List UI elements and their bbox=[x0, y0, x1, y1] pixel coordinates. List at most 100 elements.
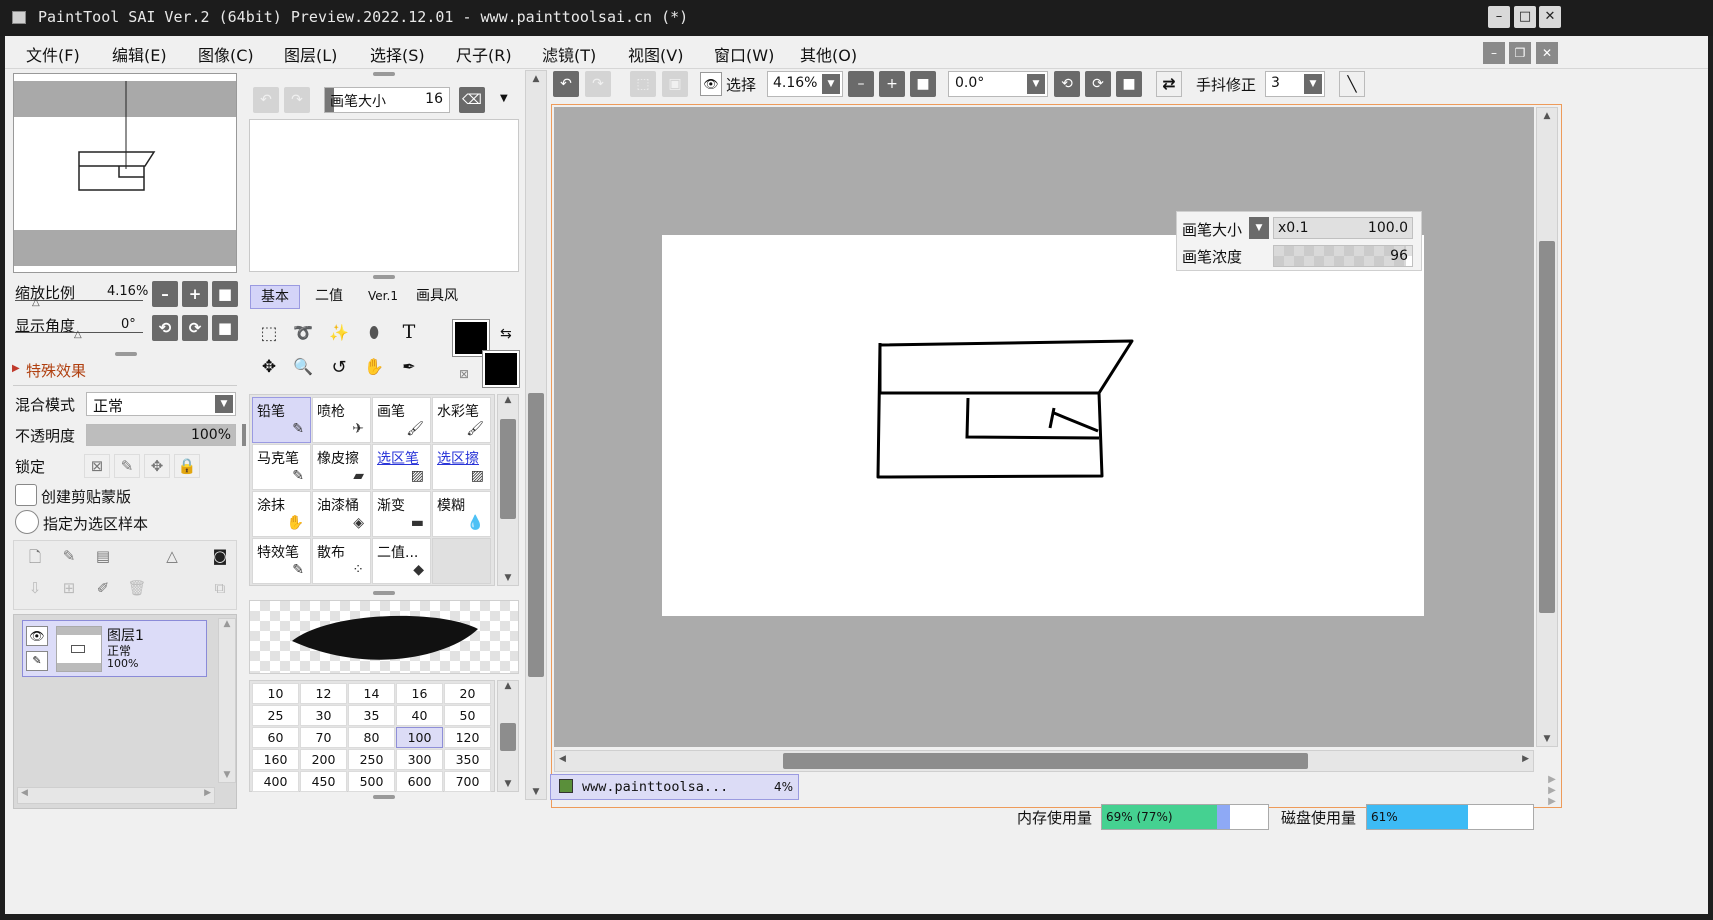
lock-move-icon[interactable]: ✥ bbox=[144, 454, 170, 478]
lock-all-icon[interactable]: 🔒 bbox=[174, 454, 200, 478]
zoom-tool-icon[interactable]: 🔍 bbox=[288, 357, 318, 385]
tab-scroll-arrows[interactable]: ▶ ▶ ▶ bbox=[1543, 774, 1561, 834]
tool-tile[interactable]: 涂抹 ✋ bbox=[252, 491, 311, 537]
hand-icon[interactable]: ✋ bbox=[359, 357, 389, 385]
brush-size-cell[interactable]: 450 bbox=[300, 771, 347, 792]
brush-size-cell[interactable]: 160 bbox=[252, 749, 299, 770]
brush-size-cell[interactable]: 80 bbox=[348, 727, 395, 748]
toolbar-zoom-select[interactable]: 4.16% ▼ bbox=[767, 71, 843, 97]
brush-size-cell[interactable]: 70 bbox=[300, 727, 347, 748]
rotate-tool-icon[interactable]: ↺ bbox=[324, 357, 354, 385]
doc-close-button[interactable]: ✕ bbox=[1536, 42, 1558, 64]
brush-size-field[interactable]: 画笔大小 16 bbox=[324, 87, 450, 113]
zoom-reset-button[interactable]: ■ bbox=[212, 281, 238, 307]
brush-size-cell[interactable]: 700 bbox=[444, 771, 491, 792]
menu-view[interactable]: 视图(V) bbox=[628, 42, 683, 66]
menu-window[interactable]: 窗口(W) bbox=[714, 42, 774, 66]
brush-size-cell[interactable]: 30 bbox=[300, 705, 347, 726]
layer-extra-icon[interactable]: ⧉ bbox=[207, 579, 233, 597]
overlay-size-slider[interactable]: x0.1 100.0 bbox=[1273, 217, 1413, 239]
canvas-vscrollbar[interactable]: ▲ ▼ bbox=[1536, 107, 1558, 747]
eyedropper-icon[interactable]: ✒ bbox=[394, 357, 424, 385]
canvas-hscrollbar[interactable]: ◀ ▶ bbox=[554, 750, 1534, 772]
tab-painter[interactable]: 画具风 bbox=[412, 285, 462, 309]
secondary-color-swatch[interactable] bbox=[482, 350, 520, 388]
blend-mode-select[interactable]: 正常 ▼ bbox=[86, 392, 236, 416]
tool-tile[interactable]: 选区笔 ▨ bbox=[372, 444, 431, 490]
undo-icon[interactable]: ↶ bbox=[253, 87, 279, 113]
angle-slider-handle[interactable]: △ bbox=[74, 329, 82, 340]
selection-sample-radio[interactable] bbox=[15, 510, 39, 534]
move-icon[interactable]: ✥ bbox=[254, 357, 284, 385]
zoom-out-button[interactable]: – bbox=[152, 281, 178, 307]
brush-size-cell[interactable]: 100 bbox=[396, 727, 443, 748]
menu-layer[interactable]: 图层(L) bbox=[284, 42, 337, 66]
tool-tile[interactable]: 二值... ◆ bbox=[372, 538, 431, 584]
close-button[interactable]: ✕ bbox=[1539, 6, 1561, 28]
tool-tile[interactable]: 橡皮擦 ▰ bbox=[312, 444, 371, 490]
effects-label[interactable]: 特殊效果 bbox=[26, 360, 86, 381]
lock-paint-icon[interactable]: ✎ bbox=[114, 454, 140, 478]
new-folder-icon[interactable]: ▤ bbox=[90, 547, 116, 565]
toolbar-zoom-out-button[interactable]: – bbox=[848, 71, 874, 97]
navigator-preview[interactable] bbox=[13, 73, 237, 273]
clear-layer-icon[interactable]: ✐ bbox=[90, 579, 116, 597]
toolbar-angle-select[interactable]: 0.0° ▼ bbox=[948, 71, 1048, 97]
menu-ruler[interactable]: 尺子(R) bbox=[456, 42, 512, 66]
magic-wand-icon[interactable]: ✨ bbox=[324, 323, 354, 351]
zoom-in-button[interactable]: + bbox=[182, 281, 208, 307]
undo-button[interactable]: ↶ bbox=[553, 71, 579, 97]
rotate-reset-button[interactable]: ■ bbox=[212, 315, 238, 341]
lock-transparency-icon[interactable]: ⊠ bbox=[84, 454, 110, 478]
layer-item[interactable]: 👁 ✎ 图层1 正常 100% bbox=[22, 620, 207, 677]
canvas-viewport[interactable]: 画笔大小 ▼ x0.1 100.0 画笔浓度 96 bbox=[554, 107, 1534, 747]
tool-grid-scrollbar[interactable]: ▲ ▼ bbox=[497, 394, 519, 586]
toolbar-rotate-reset-button[interactable]: ■ bbox=[1116, 71, 1142, 97]
lasso-icon[interactable]: ➰ bbox=[288, 323, 318, 351]
overlay-density-slider[interactable]: 96 bbox=[1273, 245, 1413, 267]
tool-tile[interactable]: 渐变 ▬ bbox=[372, 491, 431, 537]
panel-splitter[interactable] bbox=[373, 275, 395, 279]
brush-size-cell[interactable]: 400 bbox=[252, 771, 299, 792]
selection-visibility-icon[interactable]: 👁 bbox=[700, 72, 722, 96]
brush-size-cell[interactable]: 40 bbox=[396, 705, 443, 726]
delete-layer-icon[interactable]: 🗑 bbox=[124, 579, 150, 597]
rotate-left-button[interactable]: ⟲ bbox=[152, 315, 178, 341]
menu-file[interactable]: 文件(F) bbox=[26, 42, 80, 66]
color-panel[interactable] bbox=[249, 119, 519, 272]
panel-splitter[interactable] bbox=[373, 72, 395, 76]
tool-tile[interactable]: 喷枪 ✈ bbox=[312, 397, 371, 443]
panel-scrollbar[interactable]: ▲ ▼ bbox=[525, 70, 547, 800]
tool-tile[interactable]: 铅笔 ✎ bbox=[252, 397, 311, 443]
pencil-icon[interactable]: ✎ bbox=[26, 651, 48, 671]
brush-size-cell[interactable]: 600 bbox=[396, 771, 443, 792]
menu-image[interactable]: 图像(C) bbox=[198, 42, 254, 66]
layer-effect-icon[interactable]: △ bbox=[159, 547, 185, 565]
flip-horizontal-icon[interactable]: ⇄ bbox=[1156, 71, 1182, 97]
brush-size-cell[interactable]: 12 bbox=[300, 683, 347, 704]
brush-size-cell[interactable]: 250 bbox=[348, 749, 395, 770]
redo-icon[interactable]: ↷ bbox=[284, 87, 310, 113]
menu-select[interactable]: 选择(S) bbox=[370, 42, 425, 66]
tool-tile[interactable]: 特效笔 ✎ bbox=[252, 538, 311, 584]
swap-colors-icon[interactable]: ⇆ bbox=[500, 326, 512, 342]
menu-filter[interactable]: 滤镜(T) bbox=[542, 42, 596, 66]
brush-size-cell[interactable]: 16 bbox=[396, 683, 443, 704]
brush-size-cell[interactable]: 500 bbox=[348, 771, 395, 792]
toolbar-rotate-right-button[interactable]: ⟳ bbox=[1085, 71, 1111, 97]
panel-splitter[interactable] bbox=[373, 795, 395, 799]
stabilizer-select[interactable]: 3 ▼ bbox=[1265, 71, 1325, 97]
tool-tile[interactable]: 模糊 💧 bbox=[432, 491, 491, 537]
size-grid-scrollbar[interactable]: ▲ ▼ bbox=[497, 680, 519, 792]
brush-size-cell[interactable]: 35 bbox=[348, 705, 395, 726]
invert-selection-button[interactable]: ▣ bbox=[662, 71, 688, 97]
maximize-button[interactable]: □ bbox=[1514, 6, 1536, 28]
opacity-slider[interactable]: 100% bbox=[86, 424, 236, 446]
tool-tile[interactable]: 画笔 🖌 bbox=[372, 397, 431, 443]
menu-other[interactable]: 其他(O) bbox=[800, 42, 857, 66]
brush-size-cell[interactable]: 14 bbox=[348, 683, 395, 704]
brush-size-cell[interactable]: 10 bbox=[252, 683, 299, 704]
eye-icon[interactable]: 👁 bbox=[26, 626, 48, 646]
brush-size-cell[interactable]: 120 bbox=[444, 727, 491, 748]
tab-ver1[interactable]: Ver.1 bbox=[358, 285, 408, 309]
